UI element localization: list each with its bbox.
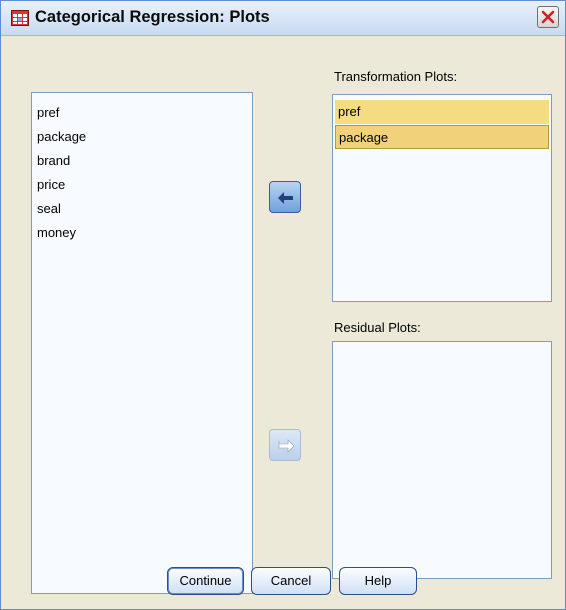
close-icon <box>541 10 555 24</box>
list-item[interactable]: money <box>34 221 76 245</box>
help-button[interactable]: Help <box>339 567 417 595</box>
cancel-button[interactable]: Cancel <box>251 567 331 595</box>
residual-plots-list[interactable] <box>332 341 552 579</box>
residual-plots-label: Residual Plots: <box>334 320 421 335</box>
dialog-window: Categorical Regression: Plots pref packa… <box>0 0 566 610</box>
continue-button[interactable]: Continue <box>167 567 244 595</box>
list-item[interactable]: package <box>34 125 86 149</box>
transformation-plots-label: Transformation Plots: <box>334 69 458 84</box>
source-variable-list[interactable]: pref package brand price seal money <box>31 92 253 594</box>
move-to-residual-button[interactable] <box>269 429 301 461</box>
arrow-right-icon <box>278 439 295 453</box>
spss-table-icon <box>11 10 29 26</box>
close-button[interactable] <box>537 6 559 28</box>
list-item[interactable]: brand <box>34 149 70 173</box>
list-item[interactable]: pref <box>335 100 549 124</box>
list-item[interactable]: pref <box>34 101 59 125</box>
list-item[interactable]: price <box>34 173 65 197</box>
transformation-plots-list[interactable]: pref package <box>332 94 552 302</box>
dialog-title: Categorical Regression: Plots <box>35 8 270 26</box>
title-bar[interactable]: Categorical Regression: Plots <box>1 1 565 36</box>
arrow-left-icon <box>278 189 293 204</box>
move-to-transformation-button[interactable] <box>269 181 301 213</box>
list-item[interactable]: seal <box>34 197 61 221</box>
list-item[interactable]: package <box>335 125 549 149</box>
